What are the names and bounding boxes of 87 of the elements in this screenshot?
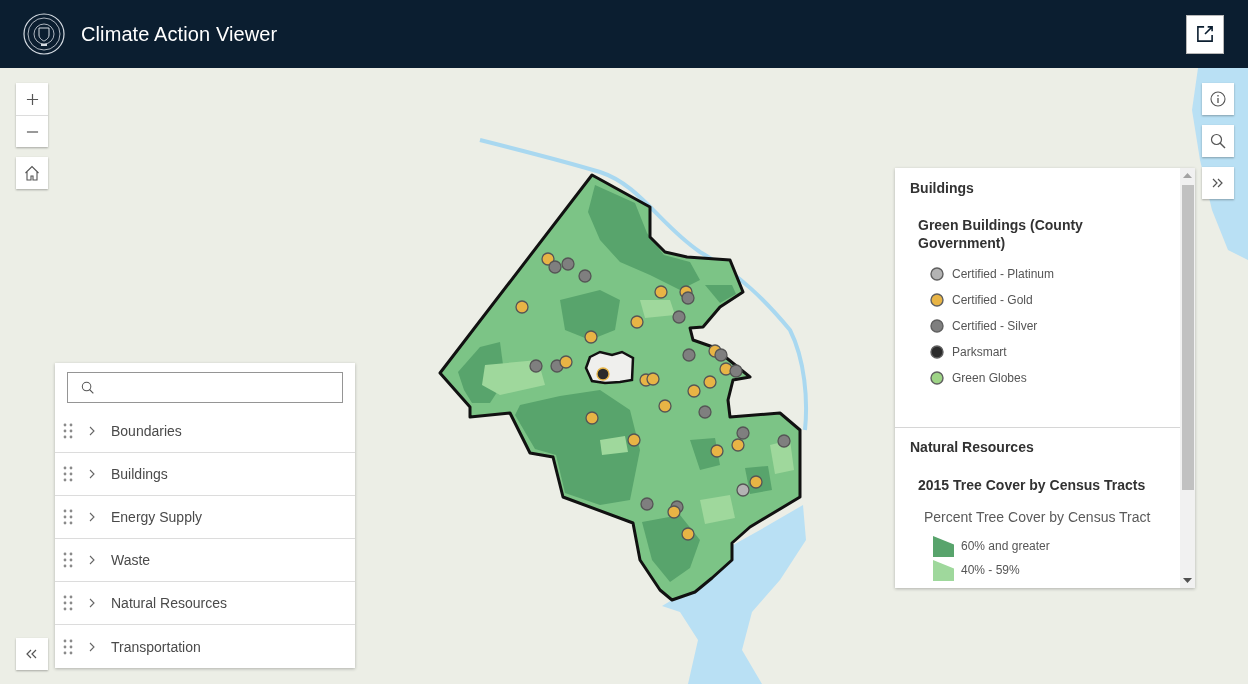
building-marker-icon[interactable] xyxy=(731,438,745,452)
building-marker-icon[interactable] xyxy=(777,434,791,448)
building-marker-icon[interactable] xyxy=(749,475,763,489)
drag-handle-icon[interactable] xyxy=(63,509,73,525)
legend-label: 60% and greater xyxy=(961,539,1050,553)
legend-section-title: Buildings xyxy=(910,179,975,198)
layer-list-item[interactable]: Waste xyxy=(55,539,355,582)
building-marker-icon[interactable] xyxy=(681,291,695,305)
drag-handle-icon[interactable] xyxy=(63,466,73,482)
zoom-in-button[interactable] xyxy=(16,83,48,115)
chevron-icon[interactable] xyxy=(89,512,95,522)
layer-list-item[interactable]: Energy Supply xyxy=(55,496,355,539)
building-marker-icon[interactable] xyxy=(703,375,717,389)
legend-label: Certified - Platinum xyxy=(952,267,1055,281)
zoom-out-button[interactable] xyxy=(16,115,48,147)
building-marker-icon[interactable] xyxy=(561,257,575,271)
info-icon xyxy=(1210,91,1226,107)
building-marker-icon[interactable] xyxy=(529,359,543,373)
layer-list-item[interactable]: Transportation xyxy=(55,625,355,668)
building-marker-icon[interactable] xyxy=(541,252,555,266)
legend-label: Parksmart xyxy=(952,345,1007,359)
chevron-icon[interactable] xyxy=(89,426,95,436)
info-button[interactable] xyxy=(1202,83,1234,115)
search-icon xyxy=(1210,133,1226,149)
chevron-icon[interactable] xyxy=(89,469,95,479)
search-button[interactable] xyxy=(1202,125,1234,157)
building-marker-icon[interactable] xyxy=(596,367,610,381)
home-icon xyxy=(24,165,40,181)
building-marker-icon[interactable] xyxy=(698,405,712,419)
scroll-down-icon[interactable] xyxy=(1183,578,1192,583)
building-marker-icon[interactable] xyxy=(710,444,724,458)
building-marker-icon[interactable] xyxy=(640,497,654,511)
building-marker-icon[interactable] xyxy=(714,348,728,362)
legend-label: Certified - Gold xyxy=(952,293,1033,307)
building-marker-icon[interactable] xyxy=(646,372,660,386)
layer-list-item[interactable]: Natural Resources xyxy=(55,582,355,625)
double-chevron-right-icon xyxy=(1212,178,1224,188)
building-marker-icon[interactable] xyxy=(578,269,592,283)
chevron-icon[interactable] xyxy=(89,555,95,565)
legend-section-title: Natural Resources xyxy=(910,438,1035,457)
legend-label: Certified - Silver xyxy=(952,319,1038,333)
building-marker-icon[interactable] xyxy=(667,505,681,519)
drag-handle-icon[interactable] xyxy=(63,595,73,611)
census-tract xyxy=(690,438,720,470)
building-marker-icon[interactable] xyxy=(515,300,529,314)
app-title: Climate Action Viewer xyxy=(81,22,278,46)
census-tract xyxy=(705,285,736,303)
double-chevron-left-icon xyxy=(26,649,38,659)
building-marker-icon[interactable] xyxy=(672,310,686,324)
census-tract xyxy=(640,300,675,318)
census-tract xyxy=(770,440,794,474)
chevron-icon[interactable] xyxy=(89,598,95,608)
building-marker-icon[interactable] xyxy=(681,527,695,541)
drag-handle-icon[interactable] xyxy=(63,423,73,439)
legend-label: Green Globes xyxy=(952,371,1027,385)
building-marker-icon[interactable] xyxy=(654,285,668,299)
legend-label: 40% - 59% xyxy=(961,563,1020,577)
legend-layer-title: 2015 Tree Cover by Census Tracts xyxy=(918,476,1147,495)
building-marker-icon[interactable] xyxy=(548,260,562,274)
building-marker-icon[interactable] xyxy=(682,348,696,362)
building-marker-icon[interactable] xyxy=(736,426,750,440)
building-marker-icon[interactable] xyxy=(729,364,743,378)
external-link-icon xyxy=(1197,26,1213,42)
building-marker-icon[interactable] xyxy=(627,433,641,447)
search-icon xyxy=(81,381,94,394)
home-button[interactable] xyxy=(16,157,48,189)
search-field[interactable] xyxy=(67,372,343,403)
open-external-button[interactable] xyxy=(1186,14,1224,54)
building-marker-icon[interactable] xyxy=(584,330,598,344)
building-marker-icon[interactable] xyxy=(658,399,672,413)
layer-list-item[interactable]: Boundaries xyxy=(55,410,355,453)
building-marker-icon[interactable] xyxy=(630,315,644,329)
legend-layer-title: Green Buildings (County Government) xyxy=(918,216,1084,252)
scrollbar-thumb[interactable] xyxy=(1181,185,1194,490)
building-marker-icon[interactable] xyxy=(736,483,750,497)
seal-icon xyxy=(23,13,65,55)
building-marker-icon[interactable] xyxy=(585,411,599,425)
building-marker-icon[interactable] xyxy=(559,355,573,369)
drag-handle-icon[interactable] xyxy=(63,638,73,655)
minus-icon xyxy=(25,130,39,133)
legend-subtitle: Percent Tree Cover by Census Tract xyxy=(924,508,1152,527)
layer-list-item[interactable]: Buildings xyxy=(55,453,355,496)
plus-icon xyxy=(25,92,39,106)
drag-handle-icon[interactable] xyxy=(63,552,73,568)
building-marker-icon[interactable] xyxy=(687,384,701,398)
scroll-up-icon[interactable] xyxy=(1183,173,1192,178)
chevron-icon[interactable] xyxy=(89,641,95,652)
